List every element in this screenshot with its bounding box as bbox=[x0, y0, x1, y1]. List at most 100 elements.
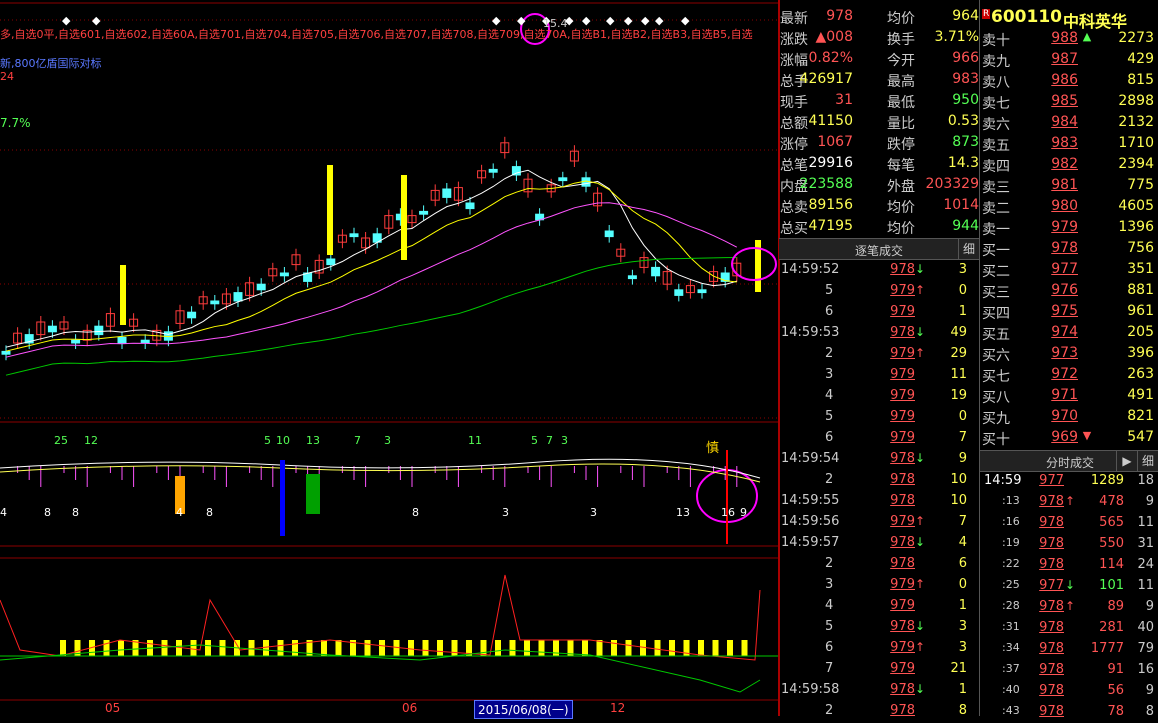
ticks-detail-button[interactable]: 细 bbox=[958, 239, 979, 259]
ask-level[interactable]: 卖九 987 429 bbox=[980, 50, 1158, 71]
tick-time: 14:59:53 bbox=[781, 325, 840, 340]
indicator-bar bbox=[437, 640, 443, 656]
fenshi-volume: 56 bbox=[1107, 683, 1124, 698]
quote-label: 涨跌 bbox=[780, 32, 808, 48]
indicator-bar bbox=[364, 640, 371, 656]
bid-level[interactable]: 买一 978 756 bbox=[980, 239, 1158, 260]
candle-body bbox=[651, 266, 661, 277]
indicator-number: 8 bbox=[72, 506, 79, 519]
fenshi-count: 11 bbox=[1137, 578, 1154, 593]
quote-value: 966 bbox=[952, 50, 979, 66]
bid-level[interactable]: 买二 977 351 bbox=[980, 260, 1158, 281]
fenshi-price: 978 bbox=[1039, 704, 1064, 719]
level-volume: 815 bbox=[1127, 72, 1154, 88]
indicator-bar bbox=[698, 640, 704, 656]
fenshi-play-button[interactable]: ▶ bbox=[1116, 451, 1137, 471]
indicator-bar bbox=[103, 640, 110, 656]
level-label: 卖八 bbox=[982, 75, 1010, 91]
bid-level[interactable]: 买九 970 821 bbox=[980, 407, 1158, 428]
level-label: 买一 bbox=[982, 243, 1010, 259]
indicator-bar bbox=[306, 474, 320, 514]
tick-row: 14:59:52 978 ↓ 3 bbox=[779, 260, 979, 281]
kline-chart-svg[interactable]: ◆ ◆ ◆ ◆ ◆ ◆ ◆ ◆ ◆ ◆ ◆ ◆25 12 5 10 13 7 3 11 5 7 34 8 8 4 8 8 3 3 13 16… bbox=[0, 0, 778, 716]
ask-level[interactable]: 卖五 983 1710 bbox=[980, 134, 1158, 155]
quote-label: 总买 bbox=[780, 221, 808, 237]
quote-value: 14.3 bbox=[947, 155, 979, 171]
ask-level[interactable]: 卖八 986 815 bbox=[980, 71, 1158, 92]
fenshi-volume: 281 bbox=[1099, 620, 1124, 635]
fenshi-price: 977 bbox=[1039, 578, 1064, 593]
bid-level[interactable]: 买五 974 205 bbox=[980, 323, 1158, 344]
quote-label: 换手 bbox=[887, 32, 915, 48]
fenshi-row: :13 978 ↑ 478 9 bbox=[980, 492, 1158, 513]
level-price: 988 bbox=[1051, 30, 1078, 46]
bid-level[interactable]: 买八 971 491 bbox=[980, 386, 1158, 407]
bid-level[interactable]: 买四 975 961 bbox=[980, 302, 1158, 323]
tick-row: 3 979 ↑ 0 bbox=[779, 575, 979, 596]
tick-volume: 3 bbox=[958, 619, 967, 634]
tick-volume: 7 bbox=[958, 514, 967, 529]
ask-level[interactable]: 卖一 979 1396 bbox=[980, 218, 1158, 239]
level-volume: 2132 bbox=[1118, 114, 1154, 130]
kline-chart-area[interactable]: ◆ ◆ ◆ ◆ ◆ ◆ ◆ ◆ ◆ ◆ ◆ ◆ 25 12 5 10 13 7 3 11 5 7 3 4 8 8 4 8 8 3 3 13 16… bbox=[0, 0, 778, 719]
ask-level[interactable]: 卖十 988 ▲ 2273 bbox=[980, 29, 1158, 50]
up-arrow-icon: ↑ bbox=[915, 283, 926, 297]
level-volume: 429 bbox=[1127, 51, 1154, 67]
candle-body bbox=[465, 202, 475, 210]
fenshi-header[interactable]: 分时成交 ▶ 细 bbox=[980, 450, 1158, 472]
level-label: 买十 bbox=[982, 432, 1010, 448]
level-price: 981 bbox=[1051, 177, 1078, 193]
indicator-bar bbox=[292, 640, 298, 656]
candle-body bbox=[187, 311, 197, 319]
indicator-bar bbox=[190, 640, 197, 656]
tick-volume: 7 bbox=[958, 430, 967, 445]
quote-label: 现手 bbox=[780, 95, 808, 111]
quote-label: 最新 bbox=[780, 11, 808, 27]
ticks-header[interactable]: 逐笔成交 细 bbox=[779, 238, 979, 260]
fenshi-price: 978 bbox=[1039, 641, 1064, 656]
level-label: 买四 bbox=[982, 306, 1010, 322]
level-price: 983 bbox=[1051, 135, 1078, 151]
ask-level[interactable]: 卖三 981 775 bbox=[980, 176, 1158, 197]
tick-time: 14:59:57 bbox=[781, 535, 840, 550]
down-arrow-icon: ↓ bbox=[915, 262, 926, 276]
level-volume: 1396 bbox=[1118, 219, 1154, 235]
quote-value: 47195 bbox=[808, 218, 853, 234]
ask-level[interactable]: 卖七 985 2898 bbox=[980, 92, 1158, 113]
indicator-bar bbox=[408, 640, 414, 656]
candle-body bbox=[511, 166, 521, 176]
tick-row: 14:59:57 978 ↓ 4 bbox=[779, 533, 979, 554]
fenshi-time: :16 bbox=[1002, 515, 1020, 528]
bid-level[interactable]: 买十 969 ▼ 547 bbox=[980, 428, 1158, 449]
x-axis-label: 05 bbox=[105, 701, 121, 715]
fenshi-count: 31 bbox=[1137, 536, 1154, 551]
ask-level[interactable]: 卖二 980 4605 bbox=[980, 197, 1158, 218]
fenshi-row: :28 978 ↑ 89 9 bbox=[980, 597, 1158, 618]
candle-body bbox=[697, 289, 707, 294]
fenshi-count: 8 bbox=[1145, 704, 1154, 719]
quote-label: 最低 bbox=[887, 95, 915, 111]
bid-level[interactable]: 买七 972 263 bbox=[980, 365, 1158, 386]
tick-price: 978 bbox=[890, 325, 915, 340]
quote-value: 944 bbox=[952, 218, 979, 234]
candle-body bbox=[94, 325, 104, 336]
stock-header[interactable]: R 600110 中科英华 bbox=[980, 7, 1158, 31]
bid-level[interactable]: 买三 976 881 bbox=[980, 281, 1158, 302]
fenshi-detail-button[interactable]: 细 bbox=[1137, 451, 1158, 471]
ask-level[interactable]: 卖六 984 2132 bbox=[980, 113, 1158, 134]
fenshi-row: :31 978 281 40 bbox=[980, 618, 1158, 639]
ask-level[interactable]: 卖四 982 2394 bbox=[980, 155, 1158, 176]
level-volume: 2898 bbox=[1118, 93, 1154, 109]
fenshi-time: :43 bbox=[1002, 704, 1020, 717]
tick-time: 5 bbox=[825, 619, 834, 634]
quote-row: 现手 31 最低 950 bbox=[779, 91, 979, 112]
fenshi-time: :37 bbox=[1002, 662, 1020, 675]
level-price: 987 bbox=[1051, 51, 1078, 67]
quote-row: 总买 47195 均价 944 bbox=[779, 217, 979, 238]
level-price: 979 bbox=[1051, 219, 1078, 235]
level-label: 买五 bbox=[982, 327, 1010, 343]
indicator-number: 3 bbox=[384, 434, 391, 447]
tick-volume: 6 bbox=[958, 556, 967, 571]
indicator-bar bbox=[654, 640, 661, 656]
bid-level[interactable]: 买六 973 396 bbox=[980, 344, 1158, 365]
